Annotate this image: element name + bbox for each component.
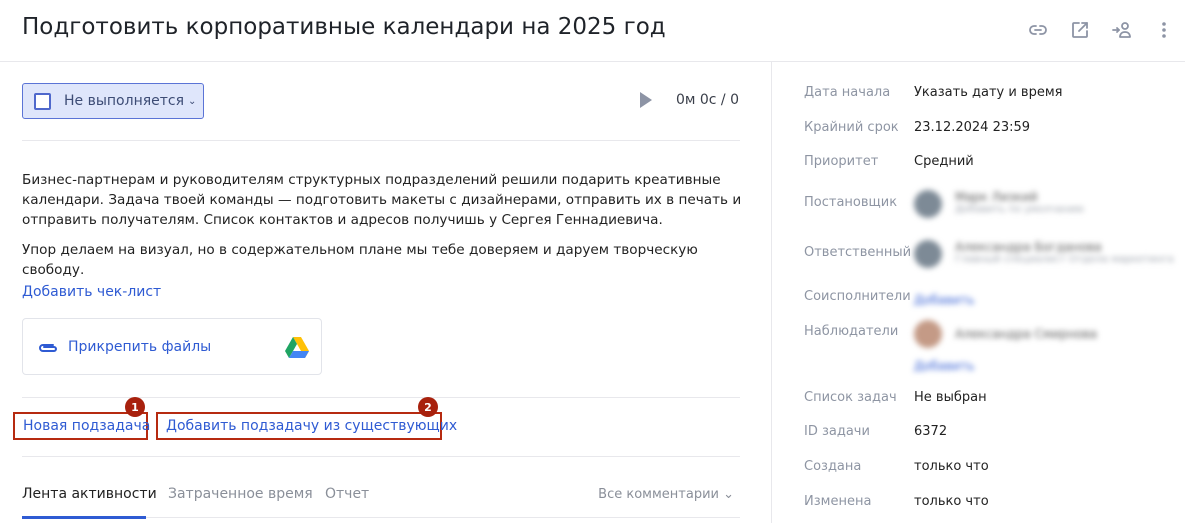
tab-time-spent[interactable]: Затраченное время [168, 486, 313, 502]
google-drive-icon[interactable] [285, 337, 309, 362]
add-existing-subtask-link[interactable]: Добавить подзадачу из существующих [166, 418, 457, 434]
play-icon[interactable] [639, 92, 652, 108]
description-paragraph: Упор делаем на визуал, но в содержательн… [22, 242, 698, 278]
chevron-down-icon: ⌄ [188, 95, 197, 107]
tasklist-value[interactable]: Не выбран [914, 390, 987, 405]
deadline-label: Крайний срок [804, 120, 899, 135]
observers-label: Наблюдатели [804, 324, 899, 339]
assignee-name: Александра Богданова [955, 240, 1102, 254]
observer-user[interactable]: Александра Смирнова [914, 320, 1097, 348]
task-id-label: ID задачи [804, 424, 870, 439]
active-tab-indicator [22, 516, 146, 519]
avatar [914, 320, 942, 348]
deadline-value[interactable]: 23.12.2024 23:59 [914, 120, 1030, 135]
link-icon[interactable] [1027, 19, 1049, 41]
author-user[interactable]: Марк Лизкий Добавить по умолчанию [914, 190, 1084, 218]
add-existing-subtask-highlight: Добавить подзадачу из существующих [156, 412, 457, 440]
open-external-icon[interactable] [1069, 19, 1091, 41]
start-date-label: Дата начала [804, 85, 891, 100]
assignee-user[interactable]: Александра Богданова Главный специалист … [914, 240, 1174, 268]
observer-name: Александра Смирнова [955, 327, 1097, 341]
changed-value: только что [914, 494, 989, 509]
new-subtask-link[interactable]: Новая подзадача [23, 418, 150, 434]
divider [22, 456, 740, 457]
attach-files-box[interactable]: Прикрепить файлы [22, 318, 322, 375]
priority-value[interactable]: Средний [914, 154, 974, 169]
tab-report[interactable]: Отчет [325, 486, 369, 502]
tab-activity[interactable]: Лента активности [22, 486, 157, 502]
panel-divider [771, 62, 772, 523]
add-coexecutor-link[interactable]: Добавить [914, 293, 974, 307]
delegate-user-icon[interactable] [1111, 19, 1133, 41]
add-observer-link[interactable]: Добавить [914, 359, 974, 373]
assignee-role: Главный специалист Отдела маркетинга [955, 254, 1174, 265]
header-actions [1027, 19, 1175, 41]
callout-badge-2: 2 [418, 397, 438, 417]
timer-value: 0м 0с / 0 [675, 92, 739, 108]
more-vertical-icon[interactable] [1153, 19, 1175, 41]
created-value: только что [914, 459, 989, 474]
avatar [914, 190, 942, 218]
author-role: Добавить по умолчанию [955, 204, 1084, 215]
divider [22, 140, 740, 141]
author-name: Марк Лизкий [955, 190, 1038, 204]
callout-badge-1: 1 [125, 397, 145, 417]
task-header: Подготовить корпоративные календари на 2… [0, 0, 1185, 62]
paperclip-icon [37, 339, 59, 361]
description-paragraph: Бизнес-партнерам и руководителям структу… [22, 172, 742, 228]
task-id-value: 6372 [914, 424, 948, 439]
status-dropdown[interactable]: Не выполняется ⌄ [22, 83, 204, 119]
priority-label: Приоритет [804, 154, 879, 169]
comments-filter-dropdown[interactable]: Все комментарии ⌄ [598, 487, 734, 502]
time-tracker: 0м 0с / 0 [639, 92, 739, 108]
attach-files-label: Прикрепить файлы [68, 339, 212, 355]
task-description: Бизнес-партнерам и руководителям структу… [22, 170, 742, 290]
assignee-label: Ответственный [804, 245, 912, 260]
coexecutors-label: Соисполнители [804, 289, 911, 304]
tasklist-label: Список задач [804, 390, 897, 405]
avatar [914, 240, 942, 268]
task-title: Подготовить корпоративные календари на 2… [22, 14, 666, 40]
changed-label: Изменена [804, 494, 872, 509]
status-label: Не выполняется [64, 93, 185, 109]
created-label: Создана [804, 459, 862, 474]
observers-add[interactable]: Добавить [914, 355, 974, 374]
status-checkbox-icon[interactable] [34, 92, 51, 110]
activity-tabs: Лента активности Затраченное время Отчет… [22, 486, 740, 523]
author-label: Постановщик [804, 195, 898, 210]
coexecutors-add[interactable]: Добавить [914, 289, 974, 308]
start-date-value[interactable]: Указать дату и время [914, 85, 1062, 100]
new-subtask-highlight: Новая подзадача [13, 412, 150, 440]
add-checklist-link[interactable]: Добавить чек-лист [22, 284, 161, 300]
